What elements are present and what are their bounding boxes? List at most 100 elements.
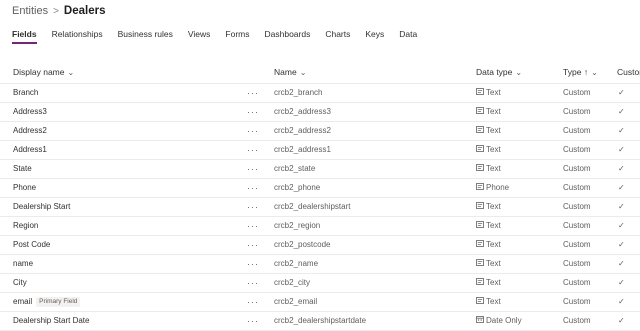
customizable-check-icon: ✓	[618, 107, 625, 116]
tab-business-rules[interactable]: Business rules	[118, 26, 173, 44]
text-field-icon	[476, 103, 486, 121]
fields-grid: Branch ··· crcb2_branch Text Custom ✓ Address3…	[0, 84, 640, 331]
logical-name: crcb2_dealershipstartdate	[274, 316, 367, 325]
logical-name: crcb2_address2	[274, 126, 331, 135]
tab-relationships[interactable]: Relationships	[52, 26, 103, 44]
tab-fields[interactable]: Fields	[12, 26, 37, 44]
table-row[interactable]: Phone ··· crcb2_phone Phone Custom ✓	[0, 179, 640, 198]
customizable-check-icon: ✓	[618, 221, 625, 230]
more-options-icon[interactable]: ···	[247, 141, 259, 159]
data-type: Text	[486, 221, 501, 230]
text-field-icon	[476, 141, 486, 159]
column-header-display-name-label: Display name	[13, 67, 65, 77]
customizable-check-icon: ✓	[618, 278, 625, 287]
column-header-name-label: Name	[274, 67, 297, 77]
display-name-cell[interactable]: Dealership Start	[13, 198, 70, 216]
customizable-check-icon: ✓	[618, 297, 625, 306]
tab-bar: Fields Relationships Business rules Views Fo…	[12, 26, 432, 46]
logical-name: crcb2_dealershipstart	[274, 202, 351, 211]
display-name-cell[interactable]: Address3	[13, 103, 47, 121]
more-options-icon[interactable]: ···	[247, 217, 259, 235]
customizable-check-icon: ✓	[618, 202, 625, 211]
text-field-icon	[476, 217, 486, 235]
column-header-display-name[interactable]: Display name ⌄	[13, 62, 74, 83]
data-type-cell: Text	[476, 141, 501, 159]
field-type: Custom	[563, 183, 591, 192]
display-name-cell[interactable]: Region	[13, 217, 38, 235]
display-name-cell[interactable]: City	[13, 274, 27, 292]
logical-name: crcb2_region	[274, 221, 321, 230]
display-name: Address2	[13, 126, 47, 135]
more-options-icon[interactable]: ···	[247, 312, 259, 330]
sort-ascending-icon: ↑	[583, 67, 589, 77]
more-options-icon[interactable]: ···	[247, 84, 259, 102]
data-type-cell: Text	[476, 160, 501, 178]
customizable-check-icon: ✓	[618, 126, 625, 135]
tab-forms[interactable]: Forms	[225, 26, 249, 44]
display-name: State	[13, 164, 32, 173]
data-type-cell: Text	[476, 236, 501, 254]
data-type: Text	[486, 202, 501, 211]
table-row[interactable]: name ··· crcb2_name Text Custom ✓	[0, 255, 640, 274]
data-type-cell: Text	[476, 198, 501, 216]
breadcrumb-entities[interactable]: Entities	[12, 5, 48, 17]
tab-dashboards[interactable]: Dashboards	[265, 26, 311, 44]
more-options-icon[interactable]: ···	[247, 255, 259, 273]
more-options-icon[interactable]: ···	[247, 179, 259, 197]
more-options-icon[interactable]: ···	[247, 160, 259, 178]
display-name: Phone	[13, 183, 37, 192]
table-row[interactable]: City ··· crcb2_city Text Custom ✓	[0, 274, 640, 293]
display-name-cell[interactable]: name	[13, 255, 33, 273]
column-header-name[interactable]: Name ⌄	[274, 62, 306, 83]
tab-data[interactable]: Data	[399, 26, 417, 44]
customizable-check-icon: ✓	[618, 164, 625, 173]
display-name-cell[interactable]: Dealership Start Date	[13, 312, 89, 330]
more-options-icon[interactable]: ···	[247, 198, 259, 216]
display-name-cell[interactable]: Post Code	[13, 236, 50, 254]
column-header-custom-label: Custom	[617, 67, 640, 77]
field-type: Custom	[563, 240, 591, 249]
more-options-icon[interactable]: ···	[247, 274, 259, 292]
more-options-icon[interactable]: ···	[247, 293, 259, 311]
table-row[interactable]: Address2 ··· crcb2_address2 Text Custom ✓	[0, 122, 640, 141]
table-row[interactable]: State ··· crcb2_state Text Custom ✓	[0, 160, 640, 179]
table-row[interactable]: Branch ··· crcb2_branch Text Custom ✓	[0, 84, 640, 103]
table-row[interactable]: email Primary Field ··· crcb2_email Text Cust…	[0, 293, 640, 312]
table-row[interactable]: Dealership Start ··· crcb2_dealershipstart…	[0, 198, 640, 217]
data-type-cell: Text	[476, 293, 501, 311]
display-name-cell[interactable]: Phone	[13, 179, 36, 197]
display-name: Region	[13, 221, 39, 230]
tab-views[interactable]: Views	[188, 26, 211, 44]
table-row[interactable]: Address3 ··· crcb2_address3 Text Custom ✓	[0, 103, 640, 122]
data-type-cell: Text	[476, 122, 501, 140]
field-type: Custom	[563, 202, 591, 211]
tab-charts[interactable]: Charts	[325, 26, 350, 44]
data-type: Text	[486, 107, 501, 116]
data-type: Text	[486, 126, 501, 135]
column-header-type[interactable]: Type ↑ ⌄	[563, 62, 598, 83]
column-header-custom[interactable]: Custom	[617, 62, 640, 82]
display-name-cell[interactable]: Branch	[13, 84, 38, 102]
field-type: Custom	[563, 278, 591, 287]
column-header-data-type[interactable]: Data type ⌄	[476, 62, 522, 83]
table-row[interactable]: Post Code ··· crcb2_postcode Text Custom ✓	[0, 236, 640, 255]
more-options-icon[interactable]: ···	[247, 236, 259, 254]
display-name-cell[interactable]: Address2	[13, 122, 47, 140]
display-name-cell[interactable]: email Primary Field	[13, 293, 81, 311]
text-field-icon	[476, 236, 486, 254]
display-name: Post Code	[13, 240, 51, 249]
table-row[interactable]: Dealership Start Date ··· crcb2_dealership…	[0, 312, 640, 331]
field-type: Custom	[563, 221, 591, 230]
table-row[interactable]: Address1 ··· crcb2_address1 Text Custom ✓	[0, 141, 640, 160]
display-name-cell[interactable]: Address1	[13, 141, 47, 159]
data-type: Phone	[486, 183, 510, 192]
display-name-cell[interactable]: State	[13, 160, 32, 178]
more-options-icon[interactable]: ···	[247, 122, 259, 140]
more-options-icon[interactable]: ···	[247, 103, 259, 121]
data-type: Text	[486, 297, 501, 306]
logical-name: crcb2_branch	[274, 88, 323, 97]
logical-name: crcb2_email	[274, 297, 318, 306]
field-type: Custom	[563, 316, 591, 325]
table-row[interactable]: Region ··· crcb2_region Text Custom ✓	[0, 217, 640, 236]
tab-keys[interactable]: Keys	[365, 26, 384, 44]
